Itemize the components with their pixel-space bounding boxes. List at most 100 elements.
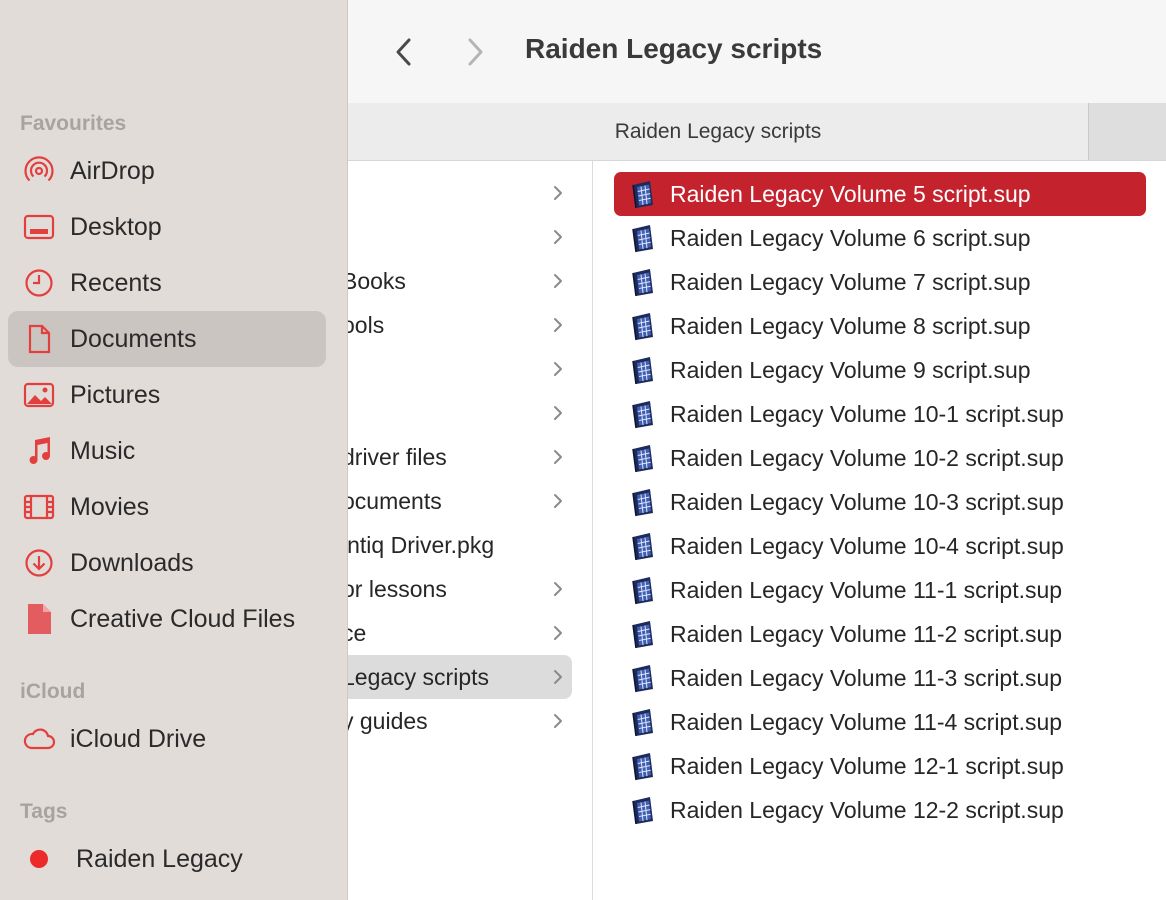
chevron-right-icon [554,406,562,420]
sidebar-item-label: Documents [70,324,197,353]
sup-file-icon [630,751,656,781]
sup-file-icon [630,399,656,429]
sidebar-item-downloads[interactable]: Downloads [8,535,326,591]
list-item[interactable]: or lessons [348,567,572,611]
file-icon [22,602,56,636]
list-item[interactable]: y guides [348,699,572,743]
sidebar-item-creative-cloud-files[interactable]: Creative Cloud Files [8,591,326,647]
file-name: Raiden Legacy Volume 12-2 script.sup [670,796,1064,823]
desktop-icon [22,210,56,244]
forward-button[interactable] [455,30,495,74]
chevron-right-icon [554,626,562,640]
sidebar-item-icloud-drive[interactable]: iCloud Drive [8,711,326,767]
file-row[interactable]: Raiden Legacy Volume 11-3 script.sup [614,656,1146,700]
chevron-right-icon [554,450,562,464]
sup-file-icon [630,267,656,297]
sidebar-item-desktop[interactable]: Desktop [8,199,326,255]
file-name: Raiden Legacy Volume 8 script.sup [670,312,1031,339]
chevron-right-icon [554,582,562,596]
sidebar-item-movies[interactable]: Movies [8,479,326,535]
file-row[interactable]: Raiden Legacy Volume 12-2 script.sup [614,788,1146,832]
chevron-right-icon [554,186,562,200]
file-name: Raiden Legacy Volume 10-3 script.sup [670,488,1064,515]
file-name: Raiden Legacy Volume 6 script.sup [670,224,1031,251]
toolbar: Raiden Legacy scripts [348,0,1166,103]
file-row[interactable]: Raiden Legacy Volume 8 script.sup [614,304,1146,348]
sup-file-icon [630,619,656,649]
photo-icon [22,378,56,412]
sidebar-item-label: Recents [70,268,162,297]
file-row[interactable]: Raiden Legacy Volume 9 script.sup [614,348,1146,392]
window-title: Raiden Legacy scripts [525,33,823,64]
chevron-right-icon [554,362,562,376]
cloud-icon [22,722,56,756]
list-item[interactable] [348,171,572,215]
file-name: Raiden Legacy Volume 7 script.sup [670,268,1031,295]
sidebar-item-label: Desktop [70,212,162,241]
list-item[interactable]: ce [348,611,572,655]
list-item[interactable] [348,347,572,391]
sup-file-icon [630,795,656,825]
chevron-right-icon [554,274,562,288]
list-item[interactable] [348,215,572,259]
file-row[interactable]: Raiden Legacy Volume 12-1 script.sup [614,744,1146,788]
tab-bar: Raiden Legacy scripts [348,103,1166,161]
file-name: Raiden Legacy Volume 11-2 script.sup [670,620,1063,647]
sidebar-item-documents[interactable]: Documents [8,311,326,367]
sup-file-icon [630,575,656,605]
sidebar-item-label: Movies [70,492,150,521]
sidebar-item-label: Raiden Legacy [76,844,243,873]
new-tab-button[interactable] [1088,103,1166,160]
sup-file-icon [630,179,656,209]
sidebar-item-airdrop[interactable]: AirDrop [8,143,326,199]
list-item-label: ce [348,619,367,646]
list-item[interactable]: Legacy scripts [348,655,572,699]
file-row[interactable]: Raiden Legacy Volume 6 script.sup [614,216,1146,260]
icloud-header: iCloud [20,680,86,703]
sup-file-icon [630,663,656,693]
list-item[interactable] [348,391,572,435]
chevron-right-icon [554,670,562,684]
list-item[interactable]: ocuments [348,479,572,523]
list-item[interactable]: driver files [348,435,572,479]
sidebar-item-recents[interactable]: Recents [8,255,326,311]
file-row[interactable]: Raiden Legacy Volume 7 script.sup [614,260,1146,304]
sidebar-item-pictures[interactable]: Pictures [8,367,326,423]
sidebar: Favourites AirDrop Desktop Recents Docum… [0,0,348,900]
file-row[interactable]: Raiden Legacy Volume 10-4 script.sup [614,524,1146,568]
list-item[interactable]: ools [348,303,572,347]
sup-file-icon [630,487,656,517]
file-row[interactable]: Raiden Legacy Volume 5 script.sup [614,172,1146,216]
tab-raiden-legacy-scripts[interactable]: Raiden Legacy scripts [348,120,1088,144]
file-name: Raiden Legacy Volume 11-3 script.sup [670,664,1063,691]
chevron-right-icon [554,494,562,508]
back-button[interactable] [384,30,424,74]
list-item[interactable]: intiq Driver.pkg [348,523,572,567]
file-row[interactable]: Raiden Legacy Volume 10-3 script.sup [614,480,1146,524]
favourites-header: Favourites [20,112,127,135]
sidebar-item-music[interactable]: Music [8,423,326,479]
file-name: Raiden Legacy Volume 9 script.sup [670,356,1031,383]
file-name: Raiden Legacy Volume 5 script.sup [670,180,1031,207]
file-row[interactable]: Raiden Legacy Volume 10-2 script.sup [614,436,1146,480]
sidebar-item-label: Creative Cloud Files [70,604,296,633]
document-icon [22,322,56,356]
sidebar-item-tag-raiden-legacy[interactable]: Raiden Legacy [8,831,326,887]
chevron-right-icon [554,318,562,332]
film-icon [22,490,56,524]
file-row[interactable]: Raiden Legacy Volume 10-1 script.sup [614,392,1146,436]
list-item-label: Legacy scripts [348,663,490,690]
tag-color-dot [30,850,48,868]
file-row[interactable]: Raiden Legacy Volume 11-4 script.sup [614,700,1146,744]
list-item-label: or lessons [348,575,447,602]
file-row[interactable]: Raiden Legacy Volume 11-2 script.sup [614,612,1146,656]
list-item[interactable]: Books [348,259,572,303]
file-name: Raiden Legacy Volume 11-4 script.sup [670,708,1063,735]
documents-column: Books ools driver files ocuments intiq Drive… [348,161,592,900]
sup-file-icon [630,355,656,385]
file-row[interactable]: Raiden Legacy Volume 11-1 script.sup [614,568,1146,612]
sidebar-item-label: AirDrop [70,156,155,185]
clock-icon [22,266,56,300]
sidebar-item-label: Music [70,436,136,465]
music-note-icon [22,434,56,468]
